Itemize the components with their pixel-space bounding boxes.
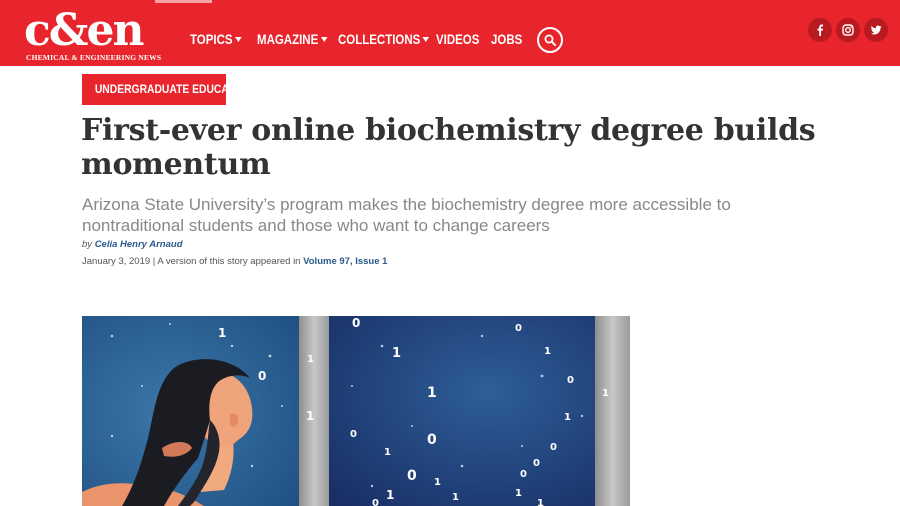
digit: 1 [564, 412, 571, 423]
digit: 0 [258, 369, 266, 383]
issue-link[interactable]: Volume 97, Issue 1 [303, 256, 387, 267]
category-badge[interactable]: UNDERGRADUATE EDUCATION [82, 74, 253, 105]
nav-topics[interactable]: TOPICS [190, 28, 242, 50]
chevron-down-icon [320, 37, 328, 42]
nav-magazine-label: MAGAZINE [257, 31, 319, 47]
digit: 0 [520, 469, 527, 480]
byline: by Celia Henry Arnaud [82, 239, 183, 250]
digit: 1 [434, 477, 441, 488]
twitter-link[interactable] [864, 18, 888, 42]
digit: 0 [372, 498, 379, 506]
digit: 1 [307, 354, 314, 365]
twitter-icon [870, 25, 882, 35]
instagram-link[interactable] [836, 18, 860, 42]
digit: 1 [427, 385, 437, 401]
digit: 0 [515, 323, 522, 334]
digit: 0 [427, 432, 437, 448]
digit: 0 [567, 375, 574, 386]
nav-collections[interactable]: COLLECTIONS [338, 28, 430, 50]
digit: 1 [515, 488, 522, 499]
chevron-down-icon [422, 37, 430, 42]
facebook-link[interactable] [808, 18, 832, 42]
digit: 0 [407, 468, 417, 484]
appeared-text: | A version of this story appeared in [150, 256, 304, 267]
digit: 1 [452, 492, 459, 503]
nav-videos[interactable]: VIDEOS [436, 28, 479, 50]
digit: 1 [218, 326, 226, 340]
nav-collections-label: COLLECTIONS [338, 31, 421, 47]
digit: 0 [350, 429, 357, 440]
digit: 1 [392, 346, 401, 361]
digit: 1 [544, 346, 551, 357]
author-link[interactable]: Celia Henry Arnaud [95, 239, 183, 250]
dateline: January 3, 2019 | A version of this stor… [82, 256, 387, 267]
facebook-icon [817, 24, 824, 36]
digit: 1 [306, 409, 314, 423]
search-icon [544, 34, 556, 46]
site-logo[interactable]: c&en CHEMICAL & ENGINEERING NEWS [24, 5, 176, 64]
nav-jobs-label: JOBS [491, 31, 523, 47]
digit: 1 [386, 488, 394, 502]
nav-magazine[interactable]: MAGAZINE [257, 28, 328, 50]
digit: 1 [384, 447, 391, 458]
digit: 1 [537, 498, 544, 506]
window-pane-right [329, 316, 595, 506]
article-subhead: Arizona State University’s program makes… [82, 195, 731, 235]
publish-date: January 3, 2019 [82, 256, 151, 267]
logo-wordmark: c&en [24, 5, 144, 56]
nav-videos-label: VIDEOS [436, 31, 480, 47]
instagram-icon [842, 24, 854, 36]
digit: 1 [602, 388, 609, 399]
logo-tagline: CHEMICAL & ENGINEERING NEWS [26, 53, 162, 62]
digit: 0 [550, 442, 557, 453]
search-button[interactable] [537, 27, 563, 53]
category-label: UNDERGRADUATE EDUCATION [94, 82, 253, 96]
window-frame-right [595, 316, 630, 506]
nav-jobs[interactable]: JOBS [491, 28, 522, 50]
chevron-down-icon [234, 37, 242, 42]
site-header: c&en CHEMICAL & ENGINEERING NEWS TOPICS … [0, 0, 900, 66]
digit: 0 [352, 316, 360, 330]
article-headline: First-ever online biochemistry degree bu… [81, 113, 816, 182]
hero-image: 1 0 1 0 1 1 0 1 0 0 1 1 1 0 0 0 1 0 1 0 … [82, 316, 630, 506]
byline-prefix: by [82, 239, 93, 250]
nav-topics-label: TOPICS [190, 31, 233, 47]
header-accent-strip [155, 0, 212, 3]
hero-illustration: 1 0 1 0 1 1 0 1 0 0 1 1 1 0 0 0 1 0 1 0 … [82, 316, 630, 506]
digit: 0 [533, 458, 540, 469]
